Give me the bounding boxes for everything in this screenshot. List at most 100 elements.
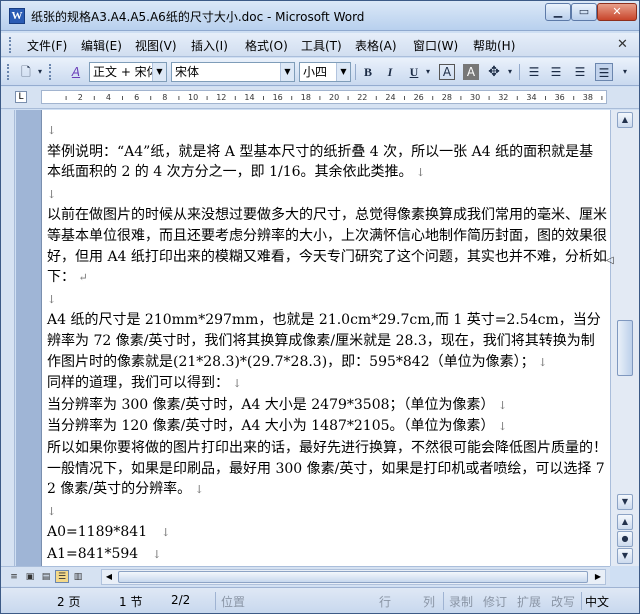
ruler-number: 8 [162,93,168,102]
split-handle-icon[interactable]: ◁ [606,255,614,266]
status-separator [581,592,582,610]
ruler-number: 4 [105,93,111,102]
print-layout-view-icon[interactable]: ▤ [39,570,53,583]
minimize-button[interactable]: ▁ [545,3,571,21]
align-center-icon[interactable]: ☰ [547,63,565,81]
paragraph-text: A0=1189*841 [47,524,148,541]
status-record[interactable]: 录制 [449,593,473,610]
menu-file[interactable]: 文件(F) [27,37,67,54]
reading-layout-view-icon[interactable]: ▥ [71,570,85,583]
chevron-down-icon[interactable]: ▼ [336,63,350,81]
outline-view-icon[interactable]: ☰ [55,570,69,583]
align-right-icon[interactable]: ☰ [571,63,589,81]
character-shading-button[interactable]: A [463,64,479,80]
italic-button[interactable]: I [381,63,399,81]
status-language[interactable]: 中文 [585,593,609,610]
paragraph[interactable]: 当分辨率为 300 像素/英寸时，A4 大小是 2479*3508；（单位为像素… [47,395,607,417]
menu-view[interactable]: 视图(V) [135,37,177,54]
chevron-down-icon[interactable]: ▼ [152,63,166,81]
style-value: 正文 + 宋体 [93,65,159,79]
paragraph-mark-icon: ↓ [47,187,57,201]
chevron-down-icon[interactable]: ▼ [280,63,294,81]
menu-help[interactable]: 帮助(H) [473,37,515,54]
text-effect-icon[interactable]: ✥ [485,63,503,81]
toolbar-options-chevron-icon[interactable]: ▾ [35,63,45,81]
styles-and-formatting-icon[interactable]: A [67,63,85,81]
ruler-number: 32 [498,93,509,102]
status-track-changes[interactable]: 修订 [483,593,507,610]
paragraph[interactable]: 当分辨率为 120 像素/英寸时，A4 大小为 1487*2105。（单位为像素… [47,416,607,438]
menu-tools[interactable]: 工具(T) [301,37,342,54]
font-dropdown[interactable]: 宋体 ▼ [171,62,295,82]
scroll-down-icon[interactable]: ▼ [617,494,633,510]
paragraph[interactable]: 举例说明：“A4”纸，就是将 A 型基本尺寸的纸折叠 4 次，所以一张 A4 纸… [47,142,607,184]
menu-insert[interactable]: 插入(I) [191,37,228,54]
paragraph[interactable]: A1=841*594 ↓ [47,544,607,566]
document-close-icon[interactable]: ✕ [617,37,628,52]
status-section: 1 节 [119,595,143,609]
menu-edit[interactable]: 编辑(E) [81,37,122,54]
menu-grip[interactable] [9,37,13,53]
scroll-right-icon[interactable]: ▶ [591,570,605,584]
ruler-number: 26 [413,93,424,102]
horizontal-scroll-thumb[interactable] [118,571,588,583]
paragraph-text: A4 纸的尺寸是 210mm*297mm，也就是 21.0cm*29.7cm,而… [47,312,601,370]
ruler-number: 38 [582,93,593,102]
document-body[interactable]: ↓ 举例说明：“A4”纸，就是将 A 型基本尺寸的纸折叠 4 次，所以一张 A4 … [47,120,607,565]
status-extend[interactable]: 扩展 [517,593,541,610]
paragraph-text: 举例说明：“A4”纸，就是将 A 型基本尺寸的纸折叠 4 次，所以一张 A4 纸… [47,143,594,181]
toolbar-overflow-chevron-icon[interactable]: ▾ [619,63,631,81]
ruler-number: 24 [385,93,396,102]
justify-icon[interactable]: ☰ [595,63,613,81]
vertical-ruler[interactable] [1,110,15,566]
bold-button[interactable]: B [359,63,377,81]
menu-format[interactable]: 格式(O) [245,37,288,54]
style-dropdown[interactable]: 正文 + 宋体 ▼ [89,62,167,82]
ruler-number: 28 [441,93,452,102]
toolbar-grip-2[interactable] [49,64,52,80]
underline-button[interactable]: U [405,63,423,81]
previous-page-icon[interactable]: ▲ [617,514,633,530]
next-page-icon[interactable]: ▼ [617,548,633,564]
paragraph[interactable]: ↓ [47,120,607,142]
scroll-left-icon[interactable]: ◀ [102,570,116,584]
tab-selector-icon[interactable]: L [15,91,27,103]
toolbar-separator [355,64,356,80]
menu-window[interactable]: 窗口(W) [413,37,458,54]
paragraph-mark-icon: ↓ [412,166,426,180]
text-effect-chevron-icon[interactable]: ▾ [505,63,515,81]
maximize-button[interactable]: ▭ [571,3,597,21]
paragraph[interactable]: 同样的道理，我们可以得到： ↓ [47,373,607,395]
align-left-icon[interactable]: ☰ [525,63,543,81]
underline-chevron-icon[interactable]: ▾ [423,63,433,81]
character-border-button[interactable]: A [439,64,455,80]
document-page[interactable]: ↓ 举例说明：“A4”纸，就是将 A 型基本尺寸的纸折叠 4 次，所以一张 A4 … [41,110,610,566]
close-button[interactable]: ✕ [597,3,637,21]
menu-table[interactable]: 表格(A) [355,37,397,54]
new-document-icon[interactable]: 🗋 [17,63,35,81]
browse-object-icon[interactable]: ● [617,531,633,547]
status-line: 行 [379,595,392,609]
scroll-up-icon[interactable]: ▲ [617,112,633,128]
paragraph[interactable]: A4 纸的尺寸是 210mm*297mm，也就是 21.0cm*29.7cm,而… [47,310,607,373]
horizontal-scrollbar[interactable]: ◀ ▶ [101,569,606,585]
status-overtype[interactable]: 改写 [551,593,575,610]
paragraph[interactable]: 以前在做图片的时候从来没想过要做多大的尺寸，总觉得像素换算成我们常用的毫米、厘米… [47,205,607,288]
normal-view-icon[interactable]: ≡ [7,570,21,583]
title-bar[interactable]: W 纸张的规格A3.A4.A5.A6纸的尺寸大小.doc - Microsoft… [1,1,639,31]
ruler-number: 18 [300,93,311,102]
word-app-icon[interactable]: W [9,8,25,24]
horizontal-ruler[interactable]: 2 4 6 8 10 12 14 16 18 20 22 24 26 28 30 32 34 36 38 [41,90,607,104]
status-column: 列 [423,595,436,609]
paragraph[interactable]: ↓ [47,501,607,523]
font-size-dropdown[interactable]: 小四 ▼ [299,62,351,82]
paragraph[interactable]: ↓ [47,289,607,311]
toolbar-grip[interactable] [7,64,10,80]
paragraph[interactable]: A0=1189*841 ↓ [47,522,607,544]
paragraph[interactable]: 所以如果你要将做的图片打印出来的话，最好先进行换算，不然很可能会降低图片质量的！… [47,438,607,501]
paragraph-mark-icon: ↓ [138,547,162,561]
scroll-thumb[interactable] [617,320,633,376]
vertical-scrollbar[interactable]: ◁ ▲ ▼ ▲ ● ▼ [606,110,639,566]
web-layout-view-icon[interactable]: ▣ [23,570,37,583]
paragraph[interactable]: ↓ [47,184,607,206]
